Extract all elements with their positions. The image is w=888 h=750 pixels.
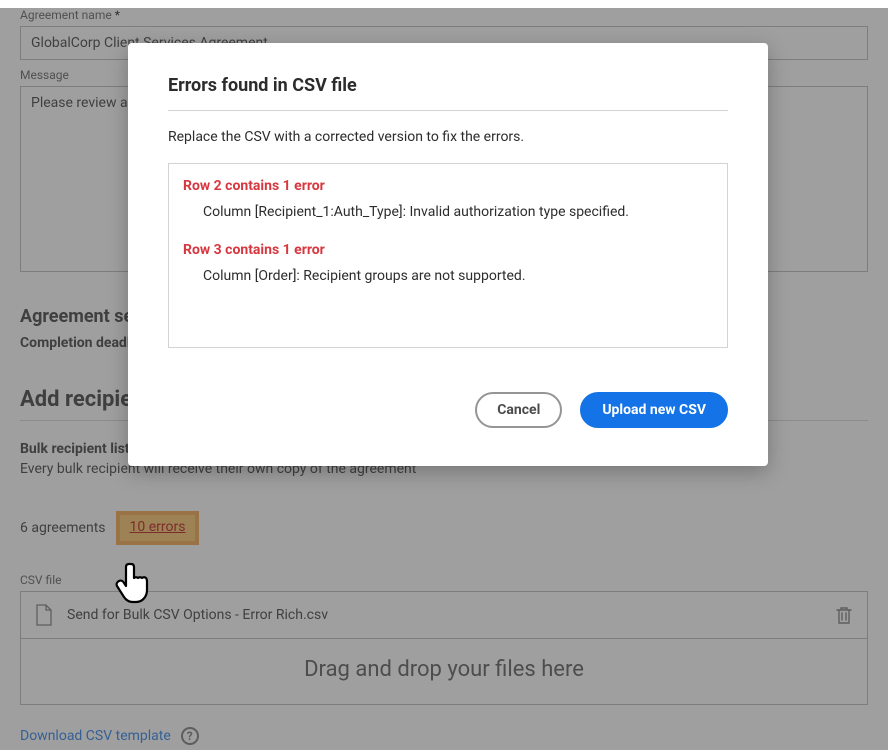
modal-description: Replace the CSV with a corrected version… [168, 129, 728, 145]
modal-error-list[interactable]: Row 2 contains 1 error Column [Recipient… [168, 163, 728, 348]
upload-new-csv-button[interactable]: Upload new CSV [580, 392, 728, 428]
error-row-detail: Column [Order]: Recipient groups are not… [203, 268, 721, 284]
error-row-detail: Column [Recipient_1:Auth_Type]: Invalid … [203, 204, 721, 220]
modal-title: Errors found in CSV file [168, 75, 728, 111]
error-row-title: Row 3 contains 1 error [183, 242, 721, 258]
modal-actions: Cancel Upload new CSV [168, 392, 728, 428]
error-row: Row 2 contains 1 error Column [Recipient… [183, 178, 721, 220]
error-row-title: Row 2 contains 1 error [183, 178, 721, 194]
error-row: Row 3 contains 1 error Column [Order]: R… [183, 242, 721, 284]
cancel-button[interactable]: Cancel [475, 392, 562, 428]
csv-errors-modal: Errors found in CSV file Replace the CSV… [128, 43, 768, 466]
